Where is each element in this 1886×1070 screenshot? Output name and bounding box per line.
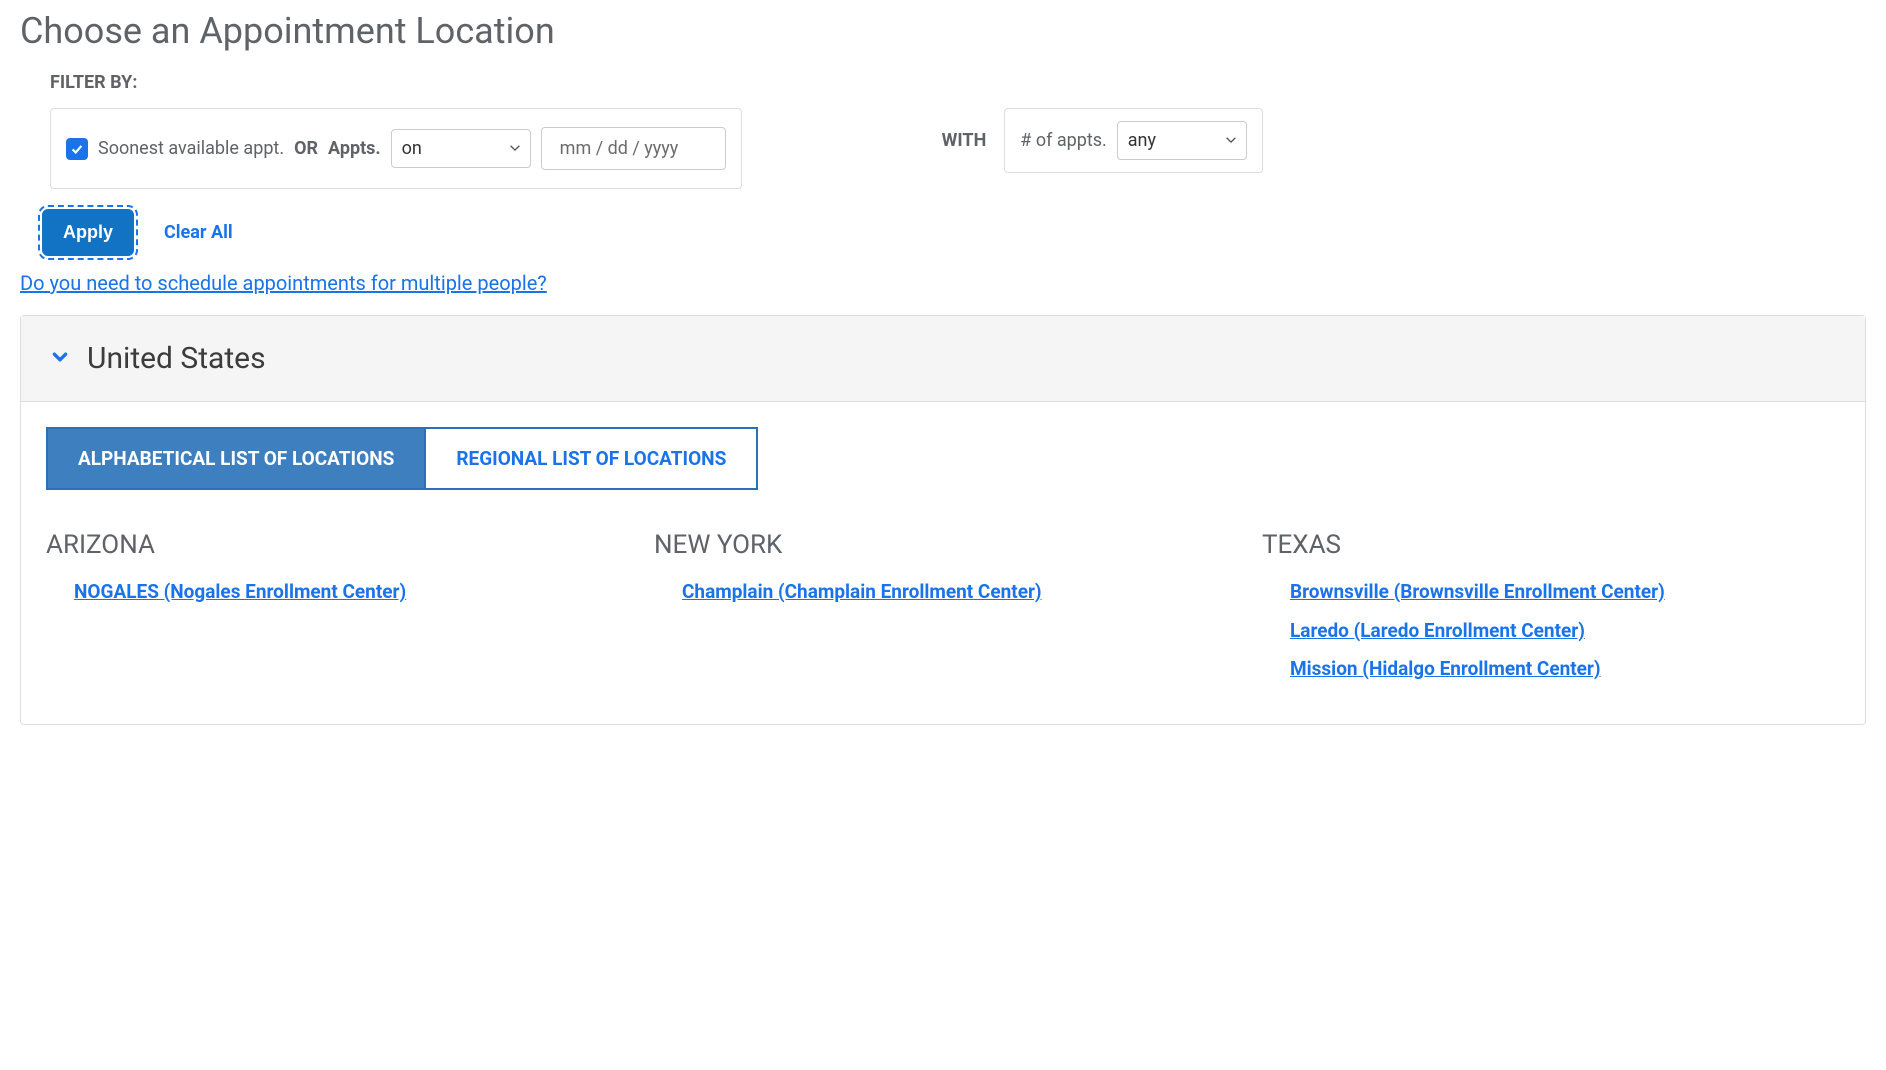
chevron-down-icon (508, 138, 522, 159)
tab-alphabetical[interactable]: ALPHABETICAL LIST OF LOCATIONS (46, 427, 426, 490)
date-input[interactable]: mm / dd / yyyy (541, 127, 726, 170)
state-column: NEW YORK Champlain (Champlain Enrollment … (654, 530, 1232, 694)
any-select[interactable]: any (1117, 121, 1247, 160)
state-name: ARIZONA (46, 530, 624, 560)
state-name: TEXAS (1262, 530, 1840, 560)
location-link[interactable]: Champlain (Champlain Enrollment Center) (682, 578, 1232, 607)
tab-regional[interactable]: REGIONAL LIST OF LOCATIONS (426, 427, 758, 490)
soonest-checkbox[interactable] (66, 138, 88, 160)
location-link[interactable]: NOGALES (Nogales Enrollment Center) (74, 578, 624, 607)
location-link[interactable]: Laredo (Laredo Enrollment Center) (1290, 617, 1840, 646)
location-list: NOGALES (Nogales Enrollment Center) (46, 578, 624, 607)
filter-box-right: # of appts. any (1004, 108, 1262, 173)
states-grid: ARIZONA NOGALES (Nogales Enrollment Cente… (21, 490, 1865, 724)
filter-with-group: WITH # of appts. any (942, 108, 1263, 173)
filter-by-label: FILTER BY: (50, 72, 1866, 93)
filter-row: Soonest available appt. OR Appts. on mm … (50, 108, 1866, 189)
country-header[interactable]: United States (21, 316, 1865, 402)
location-list: Brownsville (Brownsville Enrollment Cent… (1262, 578, 1840, 684)
state-column: ARIZONA NOGALES (Nogales Enrollment Cente… (46, 530, 624, 694)
on-select[interactable]: on (391, 129, 531, 168)
page-title: Choose an Appointment Location (20, 10, 1866, 52)
or-label: OR (294, 138, 318, 159)
num-appts-label: # of appts. (1020, 130, 1106, 151)
buttons-row: Apply Clear All (42, 209, 1866, 256)
chevron-down-icon (51, 348, 69, 370)
on-select-value: on (402, 138, 422, 159)
with-label: WITH (942, 130, 987, 151)
apply-button[interactable]: Apply (42, 209, 134, 256)
country-panel: United States ALPHABETICAL LIST OF LOCAT… (20, 315, 1866, 725)
state-column: TEXAS Brownsville (Brownsville Enrollment… (1262, 530, 1840, 694)
appts-label: Appts. (328, 138, 381, 159)
tabs-row: ALPHABETICAL LIST OF LOCATIONS REGIONAL … (46, 427, 1840, 490)
filter-box-left: Soonest available appt. OR Appts. on mm … (50, 108, 742, 189)
any-select-value: any (1128, 130, 1156, 151)
multiple-people-link[interactable]: Do you need to schedule appointments for… (20, 271, 547, 295)
filter-section: FILTER BY: Soonest available appt. OR Ap… (20, 72, 1866, 256)
date-placeholder: mm / dd / yyyy (560, 138, 679, 159)
location-link[interactable]: Brownsville (Brownsville Enrollment Cent… (1290, 578, 1840, 607)
location-list: Champlain (Champlain Enrollment Center) (654, 578, 1232, 607)
chevron-down-icon (1224, 130, 1238, 151)
clear-all-button[interactable]: Clear All (164, 222, 233, 243)
state-name: NEW YORK (654, 530, 1232, 560)
country-name: United States (87, 341, 266, 376)
location-link[interactable]: Mission (Hidalgo Enrollment Center) (1290, 655, 1840, 684)
check-icon (70, 142, 84, 156)
soonest-label: Soonest available appt. (98, 138, 284, 159)
